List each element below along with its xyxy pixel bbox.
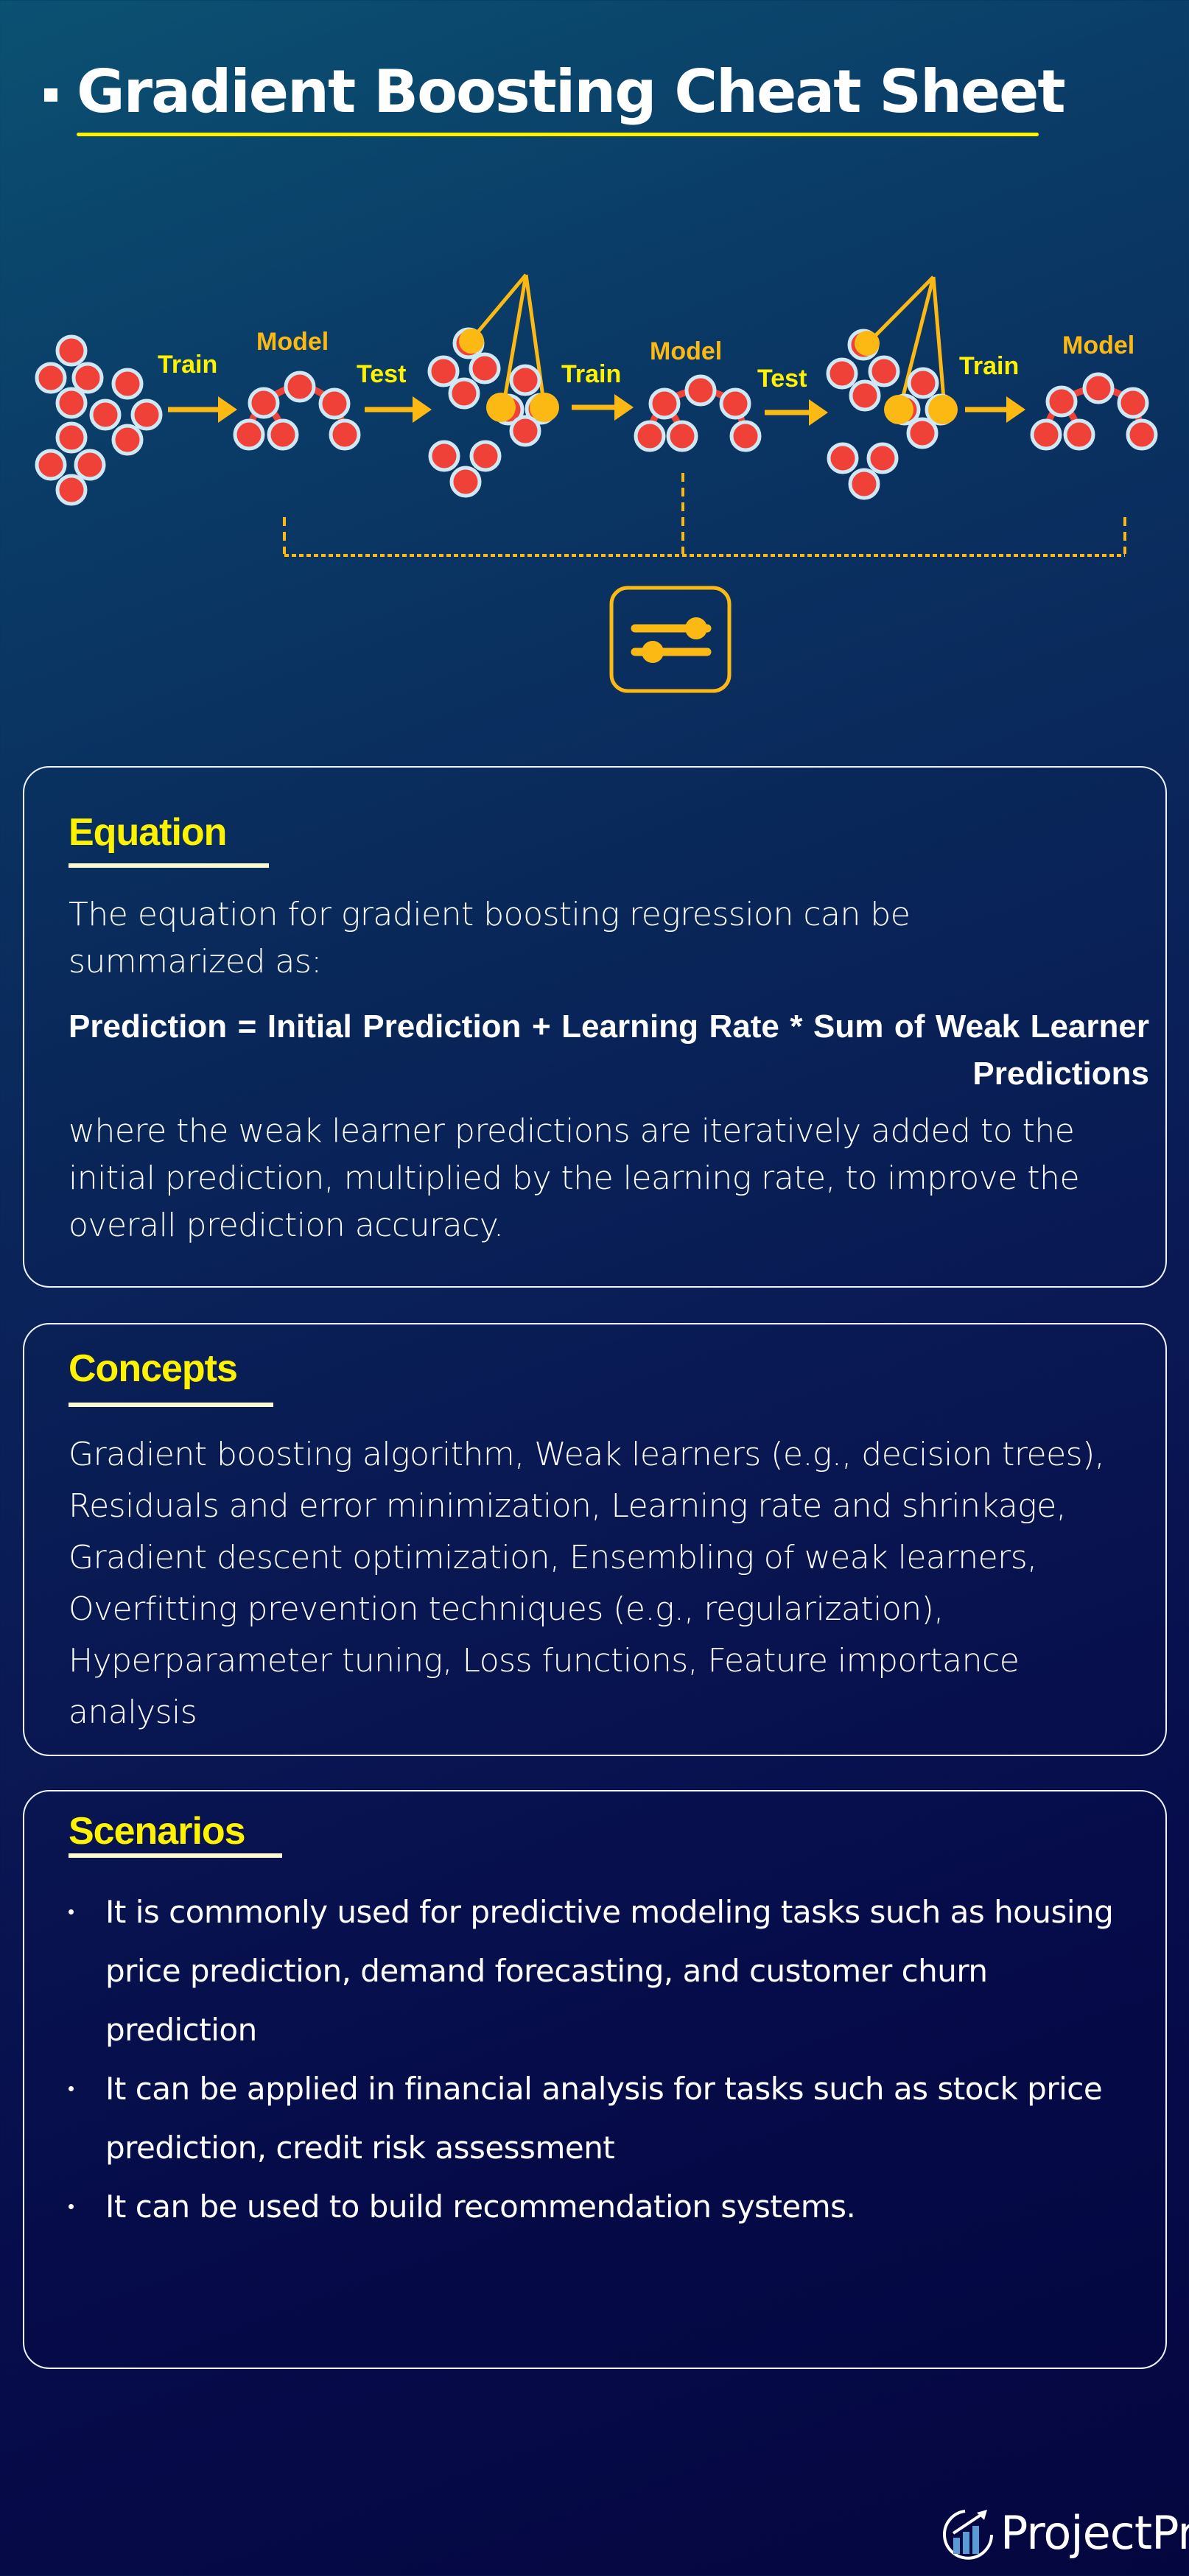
brand-name: ProjectPro	[1000, 2506, 1189, 2560]
equation-formula: Prediction = Initial Prediction + Learni…	[69, 1008, 1149, 1092]
label-train-1: Train	[158, 351, 217, 379]
scenarios-card: Scenarios It is commonly used for predic…	[23, 1790, 1167, 2369]
label-test-1: Test	[357, 360, 406, 388]
brand-logo: ProjectPro	[943, 2506, 1189, 2560]
arrow-train-3	[965, 396, 1025, 423]
residual-cluster-1	[429, 273, 559, 496]
tree-model-2	[636, 376, 760, 450]
scenario-item: It is commonly used for predictive model…	[69, 1883, 1136, 2060]
equation-intro: The equation for gradient boosting regre…	[69, 896, 911, 980]
bullet-dot	[69, 1909, 74, 1915]
arrow-train-1	[168, 396, 237, 423]
scenario-item: It can be used to build recommendation s…	[69, 2177, 1136, 2236]
scenarios-heading-rule	[69, 1853, 282, 1858]
label-model-3: Model	[1062, 331, 1134, 359]
sliders-icon	[609, 586, 732, 693]
tree-model-3	[1032, 374, 1156, 449]
concepts-heading: Concepts	[69, 1347, 238, 1390]
arrow-test-1	[365, 396, 432, 423]
arrow-train-2	[572, 394, 634, 421]
scenarios-list: It is commonly used for predictive model…	[69, 1883, 1136, 2236]
chart-growth-icon	[943, 2509, 993, 2560]
bullet-dot	[69, 2204, 74, 2209]
boosting-process-diagram: Train Model Test Train Model Test Train …	[0, 273, 1189, 693]
arrow-test-2	[765, 399, 828, 426]
equation-heading-rule	[69, 863, 269, 868]
label-model-2: Model	[650, 337, 722, 365]
bullet-dot	[69, 2086, 74, 2091]
page-title: Gradient Boosting Cheat Sheet	[77, 57, 1066, 126]
label-model-1: Model	[256, 328, 329, 356]
scenario-item: It can be applied in financial analysis …	[69, 2060, 1136, 2177]
label-train-3: Train	[959, 352, 1019, 380]
equation-heading: Equation	[69, 811, 227, 854]
label-test-2: Test	[757, 365, 807, 393]
equation-explanation: where the weak learner predictions are i…	[69, 1112, 1080, 1244]
label-train-2: Train	[561, 360, 621, 388]
concepts-heading-rule	[69, 1403, 273, 1407]
dashed-bracket	[283, 473, 1126, 557]
equation-card: Equation The equation for gradient boost…	[23, 766, 1167, 1288]
residual-cluster-2	[828, 276, 958, 498]
concepts-text: Gradient boosting algorithm, Weak learne…	[69, 1436, 1105, 1731]
title-bullet	[44, 88, 57, 102]
scenarios-heading: Scenarios	[69, 1810, 246, 1853]
title-underline	[77, 133, 1039, 136]
concepts-card: Concepts Gradient boosting algorithm, We…	[23, 1323, 1167, 1756]
dataset-cluster-1	[37, 337, 161, 504]
tree-model-1	[235, 373, 359, 449]
